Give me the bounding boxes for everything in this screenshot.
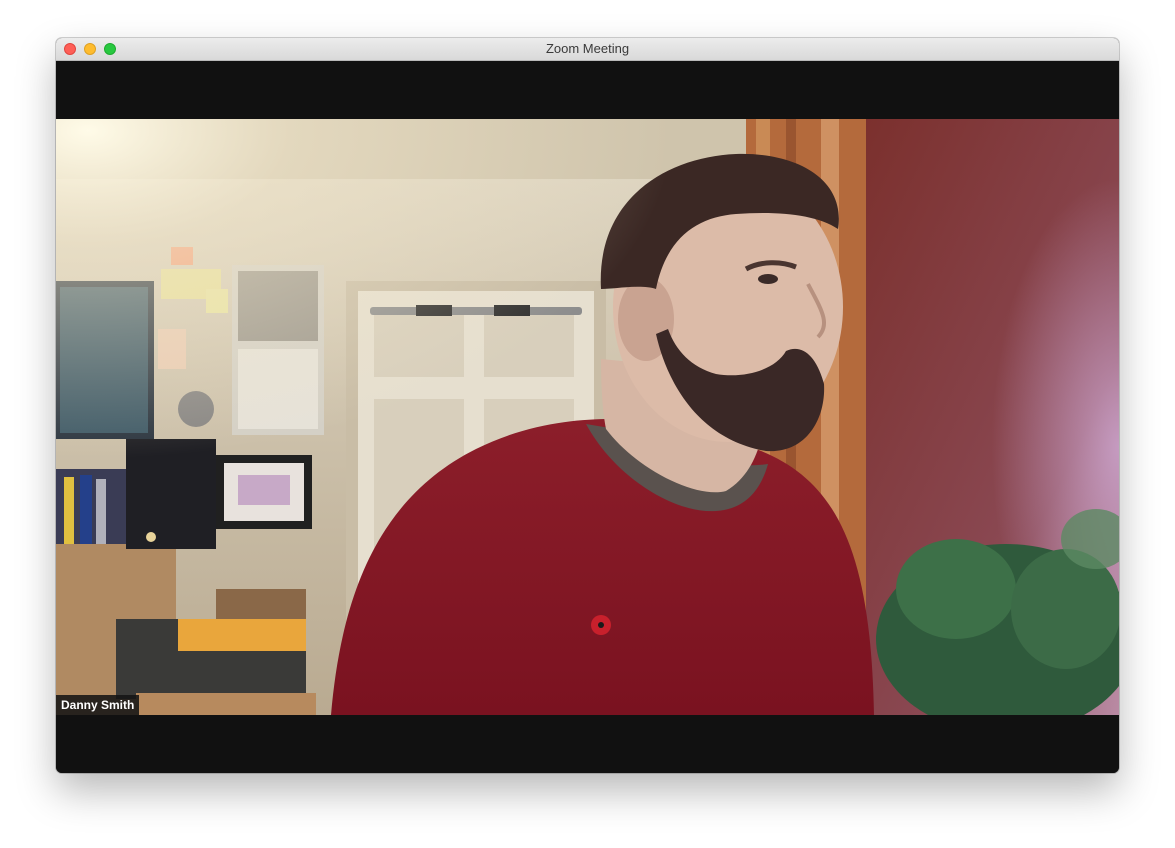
meeting-stage: Danny Smith (56, 61, 1119, 773)
title-bar[interactable]: Zoom Meeting (56, 38, 1119, 61)
window-title: Zoom Meeting (545, 41, 630, 56)
participant-video[interactable]: Danny Smith (56, 119, 1119, 715)
video-frame-image (56, 119, 1119, 715)
zoom-meeting-window: Zoom Meeting Danny Smith (56, 38, 1119, 773)
participant-name-label: Danny Smith (56, 695, 140, 715)
